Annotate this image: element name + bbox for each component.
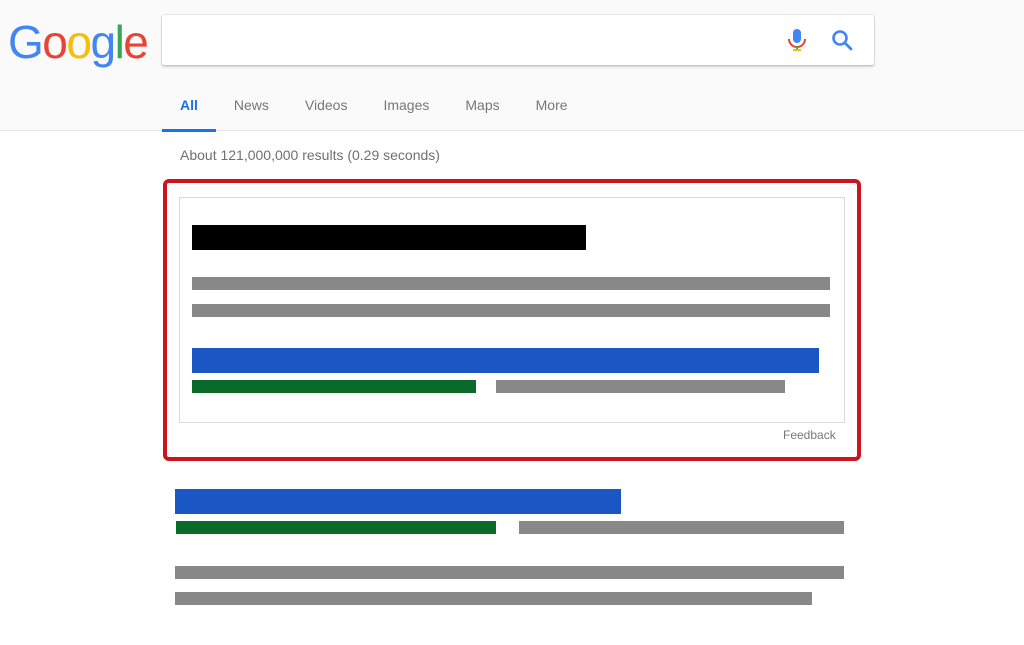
snippet-title-redacted	[192, 225, 586, 250]
search-tabs: All News Videos Images Maps More	[162, 82, 586, 132]
snippet-url-redacted	[192, 380, 476, 393]
snippet-text-line-redacted	[192, 304, 830, 317]
logo-letter: e	[123, 16, 149, 68]
microphone-icon[interactable]	[786, 28, 808, 52]
feedback-link[interactable]: Feedback	[783, 428, 836, 442]
search-input[interactable]	[176, 25, 776, 55]
result-title-link-redacted[interactable]	[175, 489, 621, 514]
tab-images[interactable]: Images	[365, 82, 447, 131]
tab-all[interactable]: All	[162, 82, 216, 132]
tab-more[interactable]: More	[518, 82, 586, 131]
snippet-meta-redacted	[496, 380, 785, 393]
snippet-text-line-redacted	[192, 277, 830, 290]
header: Google All News Videos Images Maps More	[0, 0, 1024, 132]
result-url-redacted	[176, 521, 496, 534]
result-snippet-line-redacted	[175, 566, 844, 579]
tab-maps[interactable]: Maps	[447, 82, 517, 131]
tab-videos[interactable]: Videos	[287, 82, 366, 131]
logo-letter: l	[114, 16, 125, 68]
logo-letter: o	[42, 16, 68, 68]
logo-letter: o	[66, 16, 92, 68]
result-stats: About 121,000,000 results (0.29 seconds)	[180, 147, 440, 163]
tab-news[interactable]: News	[216, 82, 287, 131]
google-logo[interactable]: Google	[8, 14, 149, 70]
logo-letter: G	[8, 16, 44, 68]
result-meta-redacted	[519, 521, 844, 534]
result-snippet-line-redacted	[175, 592, 812, 605]
logo-letter: g	[90, 16, 116, 68]
search-icon[interactable]	[830, 28, 854, 52]
snippet-link-redacted[interactable]	[192, 348, 819, 373]
search-box	[162, 15, 874, 65]
